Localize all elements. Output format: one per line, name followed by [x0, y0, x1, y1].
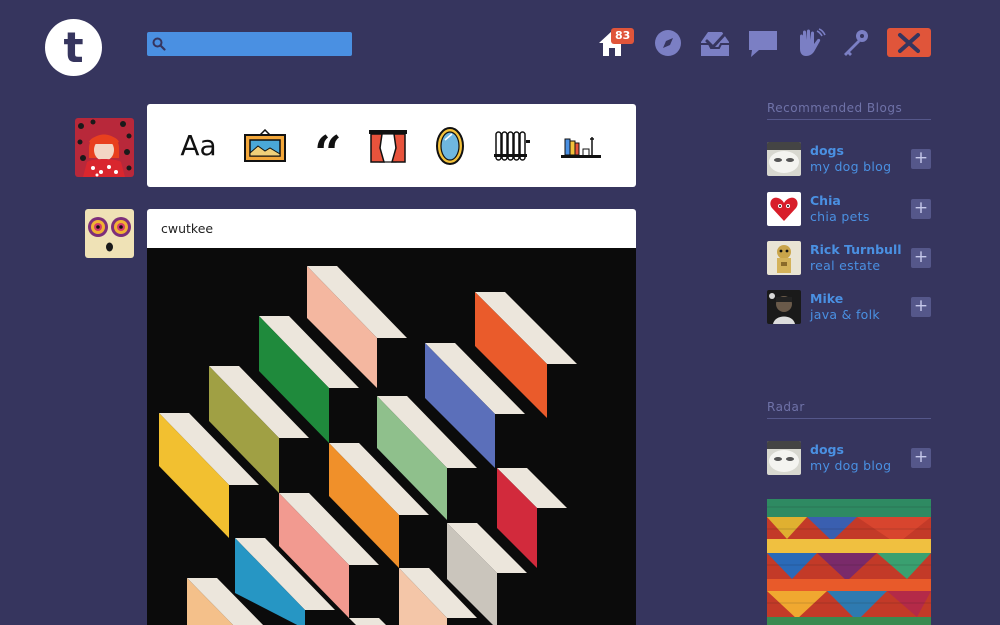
post-card: cwutkee — [147, 209, 636, 625]
notification-badge: 83 — [611, 28, 635, 44]
post-type-bar: Aa “ — [147, 104, 636, 187]
blog-title: chia pets — [810, 209, 870, 224]
search-input[interactable] — [170, 36, 340, 52]
recommended-blogs-title: Recommended Blogs — [767, 101, 931, 120]
key-icon — [844, 30, 868, 56]
post-type-quote[interactable]: “ — [314, 122, 342, 178]
post-author-name[interactable]: cwutkee — [161, 221, 213, 236]
follow-button[interactable]: + — [911, 448, 931, 468]
blog-avatar[interactable] — [767, 192, 801, 226]
post-image[interactable] — [147, 248, 636, 625]
blog-name[interactable]: Rick Turnbull — [810, 242, 902, 257]
recommended-blog-item[interactable]: Mike java & folk + — [767, 290, 931, 326]
post-header: cwutkee — [147, 209, 636, 248]
picture-frame-icon — [244, 128, 287, 162]
blog-name[interactable]: Chia — [810, 193, 841, 208]
waving-hand-icon — [800, 28, 826, 56]
follow-button[interactable]: + — [911, 248, 931, 268]
post-type-photo[interactable] — [243, 122, 287, 170]
post-author-avatar[interactable] — [85, 209, 134, 258]
messages-icon — [749, 31, 777, 57]
radar-post-image[interactable] — [767, 499, 931, 625]
follow-button[interactable]: + — [911, 149, 931, 169]
post-type-link[interactable] — [368, 122, 408, 170]
nav-messages[interactable] — [746, 25, 780, 61]
radar-blog-item[interactable]: dogs my dog blog + — [767, 441, 931, 477]
recommended-blog-item[interactable]: dogs my dog blog + — [767, 142, 931, 178]
nav-inbox[interactable] — [698, 25, 732, 61]
user-avatar[interactable] — [75, 118, 134, 177]
recommended-blog-item[interactable]: Rick Turnbull real estate + — [767, 241, 931, 277]
blog-title: real estate — [810, 258, 881, 273]
radar-title: Radar — [767, 400, 931, 419]
blog-avatar[interactable] — [767, 441, 801, 475]
bookshelf-icon — [560, 136, 601, 158]
pencil-icon — [898, 32, 920, 53]
blog-name[interactable]: Mike — [810, 291, 843, 306]
blog-name[interactable]: dogs — [810, 143, 844, 158]
post-type-audio[interactable] — [492, 122, 532, 170]
blog-name[interactable]: dogs — [810, 442, 844, 457]
quote-post-label: “ — [314, 125, 342, 182]
follow-button[interactable]: + — [911, 199, 931, 219]
compass-icon — [655, 30, 681, 56]
post-type-video[interactable] — [559, 122, 603, 170]
post-type-chat[interactable] — [435, 122, 465, 170]
text-post-label: Aa — [180, 129, 217, 162]
blog-title: my dog blog — [810, 159, 892, 174]
curtain-icon — [369, 129, 408, 163]
inbox-icon — [701, 32, 729, 56]
follow-button[interactable]: + — [911, 297, 931, 317]
search-bar[interactable] — [147, 32, 352, 56]
compose-button[interactable] — [887, 28, 931, 57]
recommended-blog-item[interactable]: Chia chia pets + — [767, 192, 931, 228]
blog-avatar[interactable] — [767, 142, 801, 176]
nav-account[interactable] — [839, 25, 871, 61]
blog-title: my dog blog — [810, 458, 892, 473]
tumblr-logo[interactable]: t — [45, 19, 102, 76]
blog-avatar[interactable] — [767, 241, 801, 275]
blog-title: java & folk — [810, 307, 880, 322]
radiator-icon — [493, 130, 530, 161]
post-type-text[interactable]: Aa — [180, 122, 216, 170]
nav-activity[interactable] — [793, 25, 827, 61]
mirror-icon — [436, 126, 465, 165]
logo-letter: t — [63, 22, 84, 72]
nav-explore[interactable] — [652, 25, 684, 61]
blog-avatar[interactable] — [767, 290, 801, 324]
nav-home[interactable]: 83 — [587, 25, 637, 61]
search-icon — [152, 37, 166, 51]
